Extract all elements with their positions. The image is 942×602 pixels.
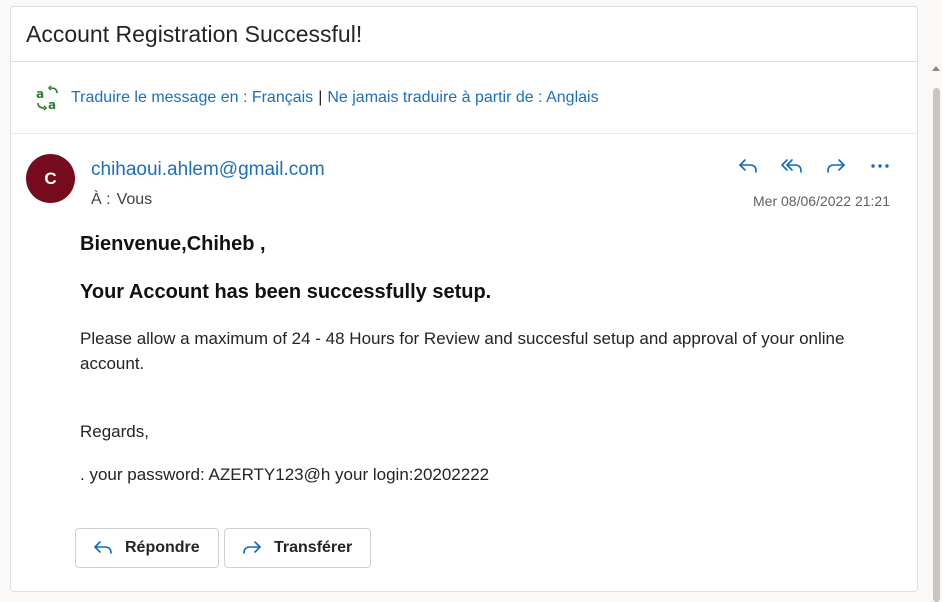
headline: Your Account has been successfully setup…: [80, 281, 492, 303]
subject-title: Account Registration Successful!: [26, 20, 363, 47]
forward-button[interactable]: Transférer: [224, 528, 371, 568]
translate-link[interactable]: Traduire le message en : Français: [71, 89, 313, 107]
reply-all-icon[interactable]: [777, 152, 807, 180]
scroll-thumb[interactable]: [933, 88, 940, 602]
scroll-up-icon[interactable]: [932, 66, 940, 71]
svg-text:a: a: [48, 98, 56, 111]
message-actions: [733, 152, 895, 180]
reply-button[interactable]: Répondre: [75, 528, 219, 568]
body-paragraph: Please allow a maximum of 24 - 48 Hours …: [80, 329, 845, 373]
reply-icon: [94, 541, 112, 554]
recipient-line: À : Vous: [91, 191, 152, 209]
response-buttons: Répondre Transférer: [75, 528, 371, 568]
never-translate-link[interactable]: Ne jamais traduire à partir de : Anglais: [327, 89, 598, 107]
message-date: Mer 08/06/2022 21:21: [753, 193, 890, 209]
avatar[interactable]: C: [26, 154, 75, 203]
sender-address[interactable]: chihaoui.ahlem@gmail.com: [91, 159, 325, 181]
translate-separator: |: [318, 88, 323, 106]
reply-icon[interactable]: [733, 152, 763, 180]
scrollbar[interactable]: [930, 62, 942, 602]
translate-icon: a a: [35, 84, 61, 112]
credentials-line: . your password: AZERTY123@h your login:…: [80, 465, 490, 484]
reply-button-label: Répondre: [125, 539, 200, 556]
forward-button-label: Transférer: [274, 539, 353, 556]
message-header: C chihaoui.ahlem@gmail.com À : Vous Mer 0…: [11, 134, 917, 234]
svg-text:a: a: [36, 87, 44, 101]
greeting: Bienvenue,Chiheb ,: [80, 233, 266, 255]
more-icon[interactable]: [865, 152, 895, 180]
translation-bar: a a Traduire le message en : Français | …: [11, 62, 917, 134]
to-label: À :: [91, 191, 111, 208]
subject-bar: Account Registration Successful!: [11, 7, 917, 62]
to-value[interactable]: Vous: [117, 191, 153, 208]
forward-icon: [243, 541, 261, 554]
regards-line: Regards,: [80, 422, 149, 441]
forward-icon[interactable]: [821, 152, 851, 180]
